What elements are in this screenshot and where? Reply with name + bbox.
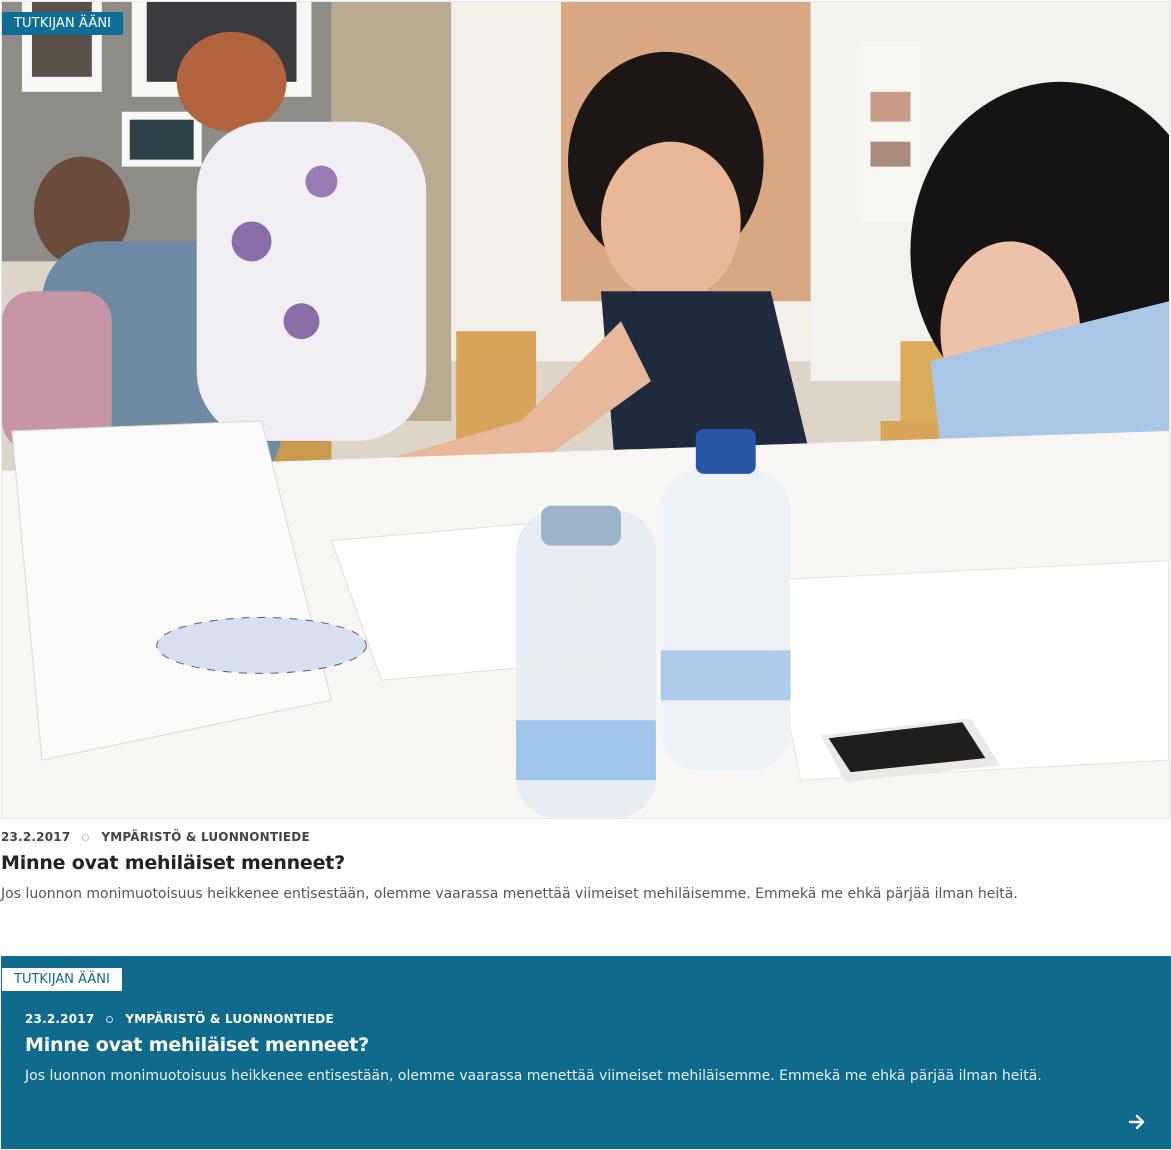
article-category[interactable]: YMPÄRISTÖ & LUONNONTIEDE	[125, 1012, 333, 1026]
category-tag[interactable]: TUTKIJAN ÄÄNI	[2, 968, 122, 991]
article-date: 23.2.2017	[1, 830, 71, 844]
article-meta: 23.2.2017 YMPÄRISTÖ & LUONNONTIEDE	[25, 1012, 334, 1026]
separator-dot-icon	[106, 1015, 114, 1023]
featured-article-card[interactable]: TUTKIJAN ÄÄNI 23.2.2017 YMPÄRISTÖ & LUON…	[0, 0, 1171, 910]
classroom-illustration	[2, 2, 1169, 818]
article-meta: 23.2.2017 YMPÄRISTÖ & LUONNONTIEDE	[1, 830, 310, 844]
article-title[interactable]: Minne ovat mehiläiset menneet?	[25, 1034, 369, 1056]
article-excerpt: Jos luonnon monimuotoisuus heikkenee ent…	[25, 1068, 1042, 1084]
article-photo[interactable]	[1, 1, 1170, 819]
article-category[interactable]: YMPÄRISTÖ & LUONNONTIEDE	[101, 830, 309, 844]
article-date: 23.2.2017	[25, 1012, 95, 1026]
article-excerpt: Jos luonnon monimuotoisuus heikkenee ent…	[1, 886, 1018, 902]
arrow-right-icon[interactable]	[1127, 1112, 1147, 1132]
separator-dot-icon	[82, 833, 90, 841]
highlight-article-card[interactable]: TUTKIJAN ÄÄNI 23.2.2017 YMPÄRISTÖ & LUON…	[1, 956, 1171, 1149]
category-tag[interactable]: TUTKIJAN ÄÄNI	[2, 12, 124, 35]
article-title[interactable]: Minne ovat mehiläiset menneet?	[1, 852, 345, 874]
